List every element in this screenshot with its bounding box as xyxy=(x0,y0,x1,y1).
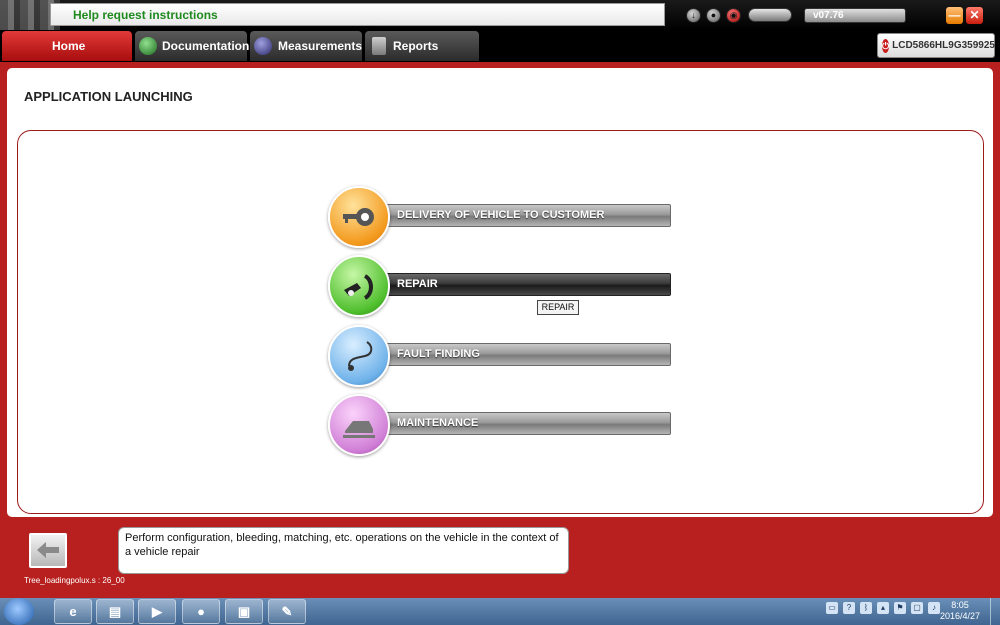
tab-documentation[interactable]: Documentation xyxy=(135,31,250,61)
internet-explorer-icon[interactable]: e xyxy=(54,599,92,624)
help-icon[interactable]: ? xyxy=(843,602,855,614)
clock-time: 8:05 xyxy=(951,600,969,610)
description-box: Perform configuration, bleeding, matchin… xyxy=(118,527,569,574)
network-icon[interactable]: ▭ xyxy=(826,602,838,614)
car-lift-icon xyxy=(328,394,390,456)
close-button[interactable]: ✕ xyxy=(966,7,983,24)
title-bar: Help request instructions ↓ ● ◉ v07.76 —… xyxy=(0,0,1000,30)
tab-bar: Home Documentation Measurements Reports … xyxy=(0,30,1000,62)
vin-text: LCD5866HL9G359925 xyxy=(892,40,995,51)
user-icon[interactable]: ● xyxy=(706,8,721,23)
paint-icon[interactable]: ✎ xyxy=(268,599,306,624)
bluetooth-icon[interactable]: ᛒ xyxy=(860,602,872,614)
tab-measurements[interactable]: Measurements xyxy=(250,31,362,61)
taskbar-app-icon[interactable]: ● xyxy=(182,599,220,624)
volume-slider[interactable] xyxy=(748,8,792,22)
version-label: v07.76 xyxy=(804,8,906,23)
clock[interactable]: 8:05 2016/4/27 xyxy=(940,600,980,622)
stethoscope-icon xyxy=(328,325,390,387)
fault-finding-label: FAULT FINDING xyxy=(397,348,480,360)
report-icon xyxy=(372,37,386,55)
download-icon[interactable]: ↓ xyxy=(686,8,701,23)
tab-home[interactable]: Home xyxy=(2,31,132,61)
tab-documentation-label: Documentation xyxy=(162,39,250,53)
diagnostic-app-icon[interactable]: ▣ xyxy=(225,599,263,624)
waveform-icon xyxy=(254,37,272,55)
repair-tooltip: REPAIR xyxy=(537,300,579,315)
help-request-bar[interactable]: Help request instructions xyxy=(50,3,665,26)
delivery-button[interactable]: DELIVERY OF VEHICLE TO CUSTOMER xyxy=(328,186,673,248)
record-icon[interactable]: ◉ xyxy=(726,8,741,23)
toolbar-icons: ↓ ● ◉ xyxy=(686,8,792,23)
volume-icon[interactable]: ♪ xyxy=(928,602,940,614)
help-request-text: Help request instructions xyxy=(73,8,218,22)
monitor-icon[interactable]: ▢ xyxy=(911,602,923,614)
file-explorer-icon[interactable]: ▤ xyxy=(96,599,134,624)
maintenance-button[interactable]: MAINTENANCE xyxy=(328,394,673,456)
delivery-label: DELIVERY OF VEHICLE TO CUSTOMER xyxy=(397,209,605,221)
key-car-icon xyxy=(328,186,390,248)
tab-measurements-label: Measurements xyxy=(278,39,363,53)
tab-reports[interactable]: Reports xyxy=(365,31,479,61)
vehicle-vin-badge[interactable]: ⏻ LCD5866HL9G359925 xyxy=(877,33,995,58)
media-player-icon[interactable]: ▶ xyxy=(138,599,176,624)
tab-home-label: Home xyxy=(52,39,86,53)
system-tray: ▭ ? ᛒ ▴ ⚑ ▢ ♪ xyxy=(826,602,940,614)
back-button[interactable] xyxy=(29,533,67,568)
documentation-icon xyxy=(139,37,157,55)
chevron-up-icon[interactable]: ▴ xyxy=(877,602,889,614)
tab-reports-label: Reports xyxy=(393,39,439,53)
minimize-button[interactable]: — xyxy=(946,7,963,24)
flag-icon[interactable]: ⚑ xyxy=(894,602,906,614)
windows-taskbar: e ▤ ▶ ● ▣ ✎ ▭ ? ᛒ ▴ ⚑ ▢ ♪ 8:05 2016/4/27 xyxy=(0,598,1000,625)
repair-label: REPAIR xyxy=(397,278,438,290)
page-title: APPLICATION LAUNCHING xyxy=(24,89,193,104)
maintenance-label: MAINTENANCE xyxy=(397,417,479,429)
clock-date: 2016/4/27 xyxy=(940,611,981,621)
repair-button[interactable]: REPAIR xyxy=(328,255,673,317)
arrow-left-icon xyxy=(37,542,59,558)
start-button[interactable] xyxy=(4,598,34,625)
fault-finding-button[interactable]: FAULT FINDING xyxy=(328,325,673,387)
repair-tool-icon xyxy=(328,255,390,317)
status-text: Tree_loadingpolux.s : 26_00 xyxy=(24,576,125,585)
show-desktop-button[interactable] xyxy=(990,598,1000,625)
power-icon: ⏻ xyxy=(882,38,890,53)
